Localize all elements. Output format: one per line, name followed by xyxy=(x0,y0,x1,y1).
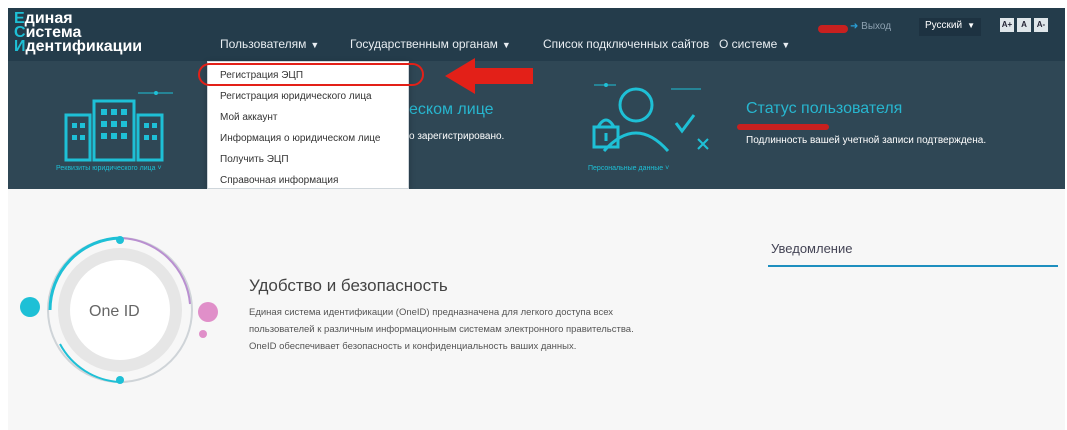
personal-data-label: Персональные данные xyxy=(588,165,664,172)
language-value: Русский xyxy=(925,20,963,31)
legal-info-title: еском лице xyxy=(409,101,494,118)
menu-item-reference-info[interactable]: Справочная информация xyxy=(220,175,338,186)
font-normal-button[interactable]: A xyxy=(1017,18,1031,32)
info-banner: Реквизиты юридического лица ˅ еском лице… xyxy=(8,61,1065,189)
menu-item-legal-entity-info[interactable]: Информация о юридическом лице xyxy=(220,133,380,144)
notifications-title: Уведомление xyxy=(771,241,853,256)
menu-item-legal-entity-registration[interactable]: Регистрация юридического лица xyxy=(220,91,372,102)
nav-connected-sites-label: Список подключенных сайтов xyxy=(543,37,710,51)
feature-text-line: пользователей к различным информационным… xyxy=(249,324,634,335)
redacted-name xyxy=(737,124,829,130)
legal-requisites-label: Реквизиты юридического лица xyxy=(56,165,156,172)
nav-about-label: О системе xyxy=(719,37,778,51)
feature-title: Удобство и безопасность xyxy=(249,276,448,295)
nav-connected-sites[interactable]: Список подключенных сайтов xyxy=(543,37,709,51)
legal-info-text: о зарегистрировано. xyxy=(409,131,505,142)
user-status-value: Подлинность вашей учетной записи подтвер… xyxy=(746,135,987,146)
language-select[interactable]: Русский ▼ xyxy=(919,18,981,36)
nav-about[interactable]: О системе ▼ xyxy=(719,37,790,51)
chevron-down-icon: ▼ xyxy=(967,21,975,30)
feature-text-line: Единая система идентификации (OneID) пре… xyxy=(249,307,614,318)
nav-users[interactable]: Пользователям ▼ xyxy=(220,37,319,51)
menu-item-get-eds[interactable]: Получить ЭЦП xyxy=(220,154,289,165)
chevron-down-icon: ˅ xyxy=(663,165,670,172)
personal-data-link[interactable]: Персональные данные ˅ xyxy=(588,165,669,172)
notifications-underline xyxy=(768,265,1058,267)
logout-label: Выход xyxy=(861,21,892,32)
chevron-down-icon: ▼ xyxy=(781,40,791,50)
font-increase-button[interactable]: A+ xyxy=(1000,18,1014,32)
oneid-label: One ID xyxy=(89,303,140,320)
logout-icon: ➜ xyxy=(850,21,862,32)
top-navbar: Единая Система Идентификации Пользовател… xyxy=(8,8,1065,61)
nav-government[interactable]: Государственным органам ▼ xyxy=(350,37,511,51)
font-decrease-button[interactable]: A- xyxy=(1034,18,1048,32)
nav-government-label: Государственным органам xyxy=(350,37,498,51)
user-status-title: Статус пользователя xyxy=(746,100,903,117)
legal-requisites-link[interactable]: Реквизиты юридического лица ˅ xyxy=(56,165,162,172)
feature-text-line: OneID обеспечивает безопасность и конфид… xyxy=(249,341,577,352)
site-logo[interactable]: Единая Система Идентификации xyxy=(14,11,143,55)
user-shield-icon xyxy=(592,83,709,152)
arrow-left-icon xyxy=(445,58,533,94)
highlight-oval xyxy=(198,63,424,86)
nav-users-label: Пользователям xyxy=(220,37,307,51)
menu-item-my-account[interactable]: Мой аккаунт xyxy=(220,112,277,123)
chevron-down-icon: ˅ xyxy=(155,165,162,172)
username-redacted xyxy=(818,25,848,33)
logo-text: дентификации xyxy=(25,38,143,55)
chevron-down-icon: ▼ xyxy=(501,40,511,50)
logout-link[interactable]: ➜ Выход xyxy=(850,21,891,32)
logo-initial: И xyxy=(14,38,26,55)
building-icon xyxy=(64,91,173,162)
chevron-down-icon: ▼ xyxy=(310,40,320,50)
